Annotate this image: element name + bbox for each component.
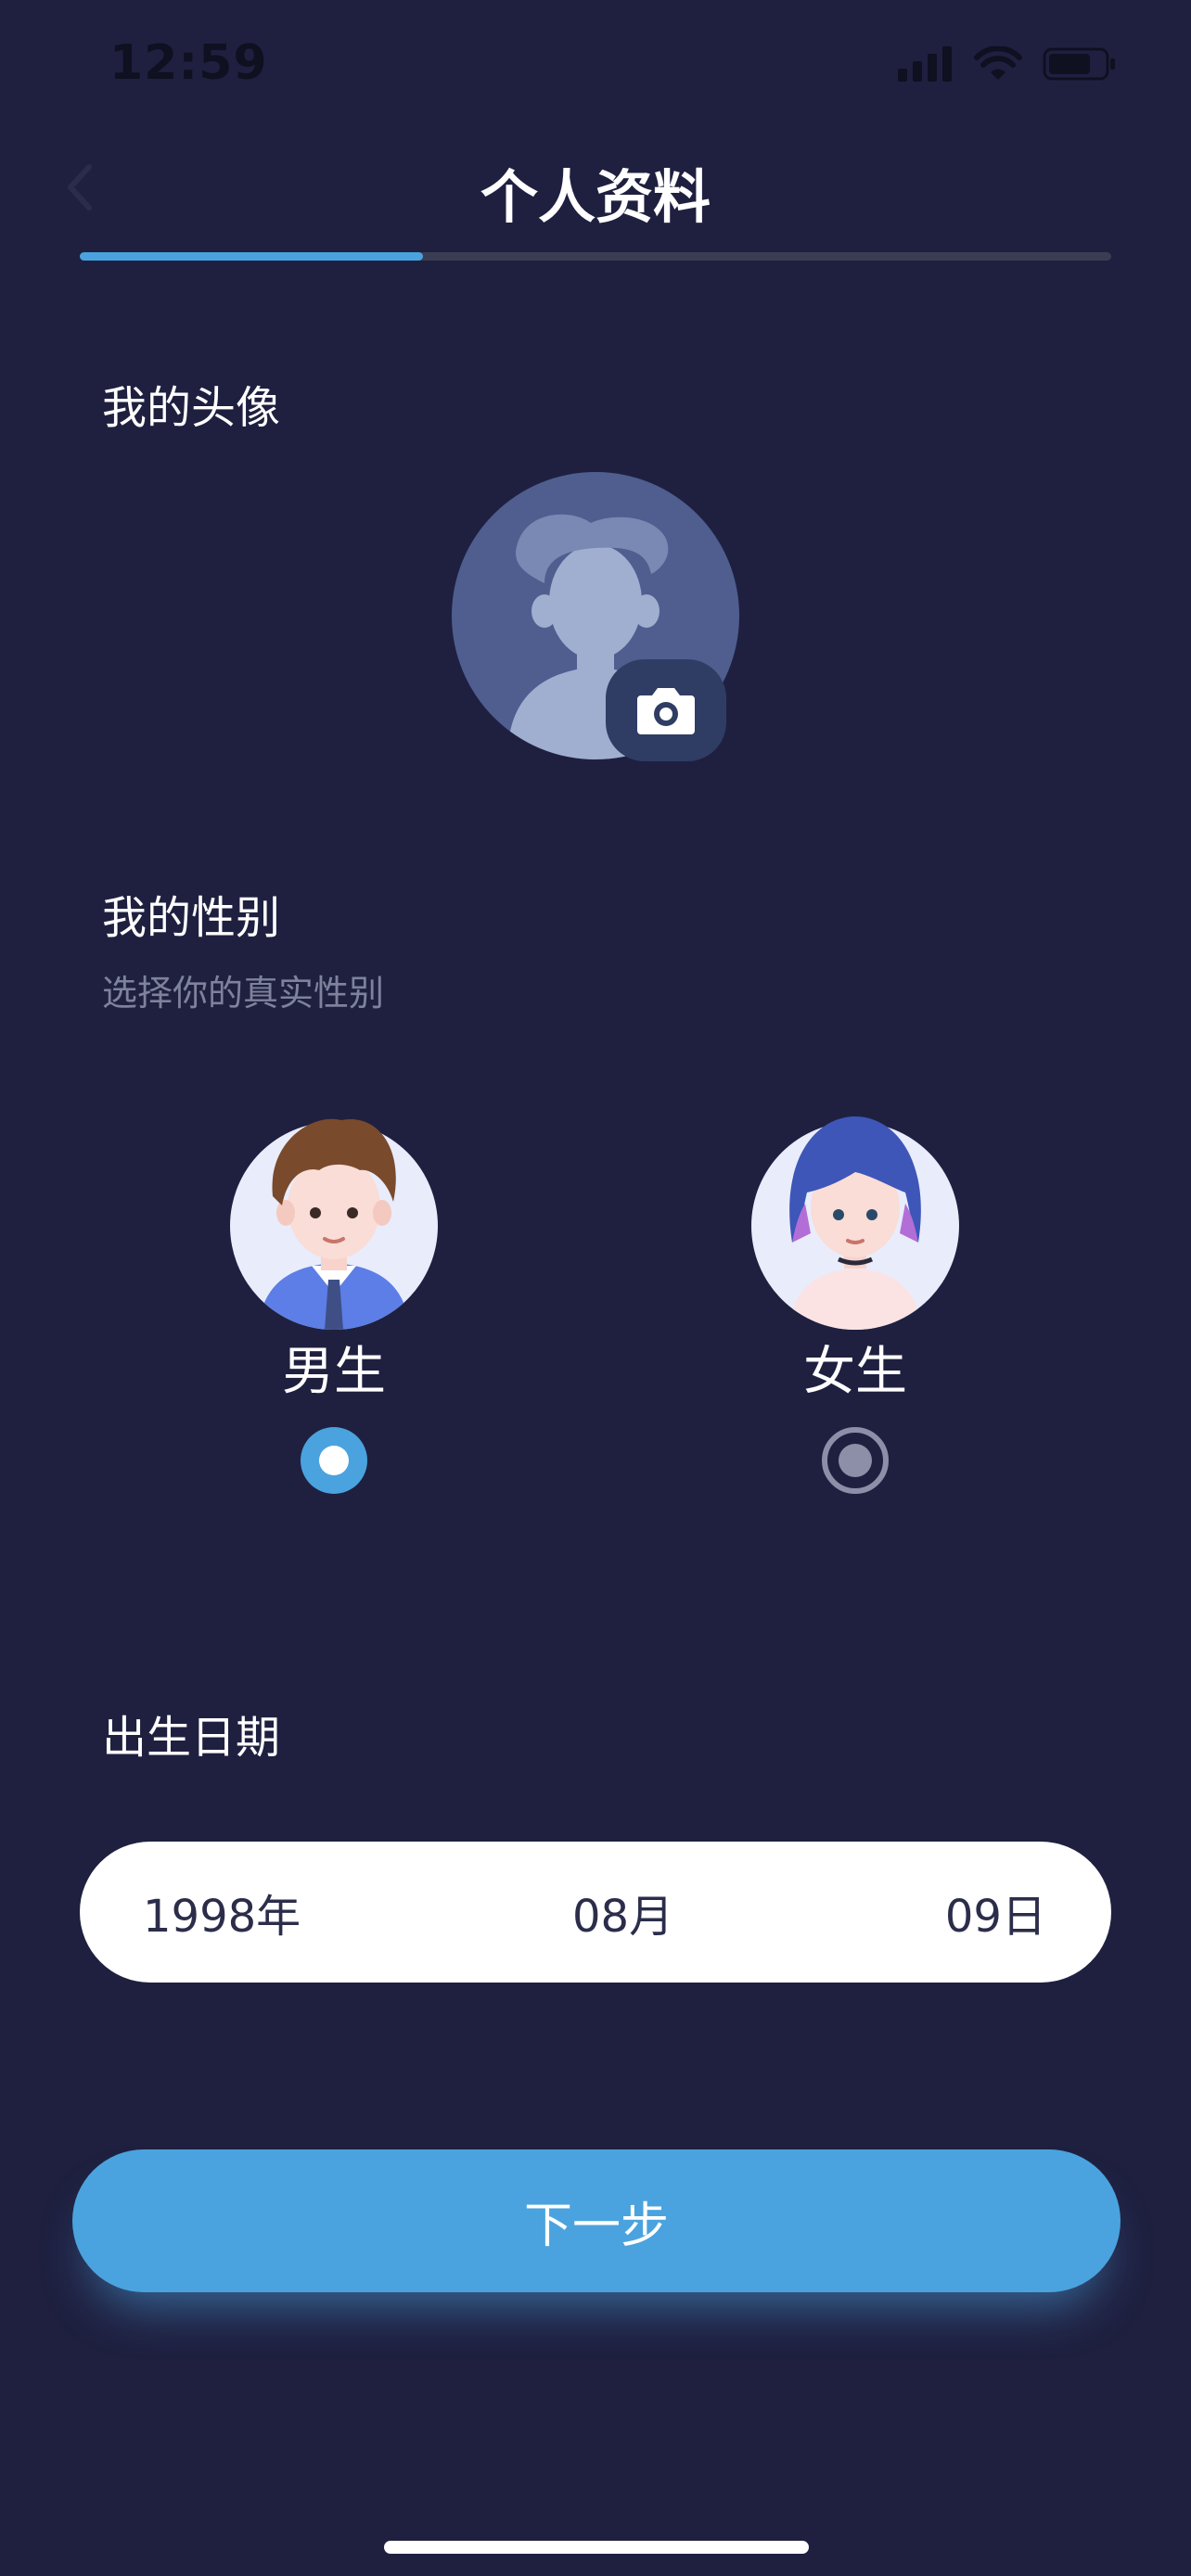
camera-button[interactable] — [606, 659, 726, 761]
gender-radio-male[interactable] — [301, 1427, 367, 1494]
birth-month[interactable]: 08月 — [572, 1880, 673, 1945]
progress-bar — [80, 252, 1111, 261]
camera-icon — [637, 688, 695, 734]
birth-year[interactable]: 1998年 — [143, 1880, 301, 1945]
page-title: 个人资料 — [480, 163, 711, 231]
female-avatar-illustration — [751, 1116, 959, 1330]
gender-label-female: 女生 — [803, 1342, 907, 1402]
gender-option-male[interactable]: 男生 — [223, 1118, 445, 1494]
birth-date-picker[interactable]: 1998年 08月 09日 — [80, 1842, 1111, 1983]
status-icons — [898, 46, 1117, 82]
gender-section-subtitle: 选择你的真实性别 — [102, 973, 385, 1014]
birth-day[interactable]: 09日 — [945, 1880, 1046, 1945]
avatar-section-label: 我的头像 — [102, 382, 281, 434]
next-button[interactable]: 下一步 — [72, 2149, 1121, 2292]
wifi-icon — [974, 46, 1022, 80]
home-indicator — [384, 2541, 809, 2554]
gender-section-label: 我的性别 — [102, 892, 281, 944]
gender-radio-female[interactable] — [822, 1427, 889, 1494]
avatar-upload[interactable] — [452, 472, 739, 761]
gender-option-female[interactable]: 女生 — [744, 1116, 967, 1494]
signal-icon — [898, 46, 952, 82]
progress-fill — [80, 252, 424, 261]
battery-icon — [1043, 47, 1115, 81]
status-time: 12:59 — [109, 35, 268, 91]
male-avatar-illustration — [230, 1118, 438, 1330]
birth-section-label: 出生日期 — [102, 1712, 281, 1764]
gender-label-male: 男生 — [282, 1342, 386, 1402]
